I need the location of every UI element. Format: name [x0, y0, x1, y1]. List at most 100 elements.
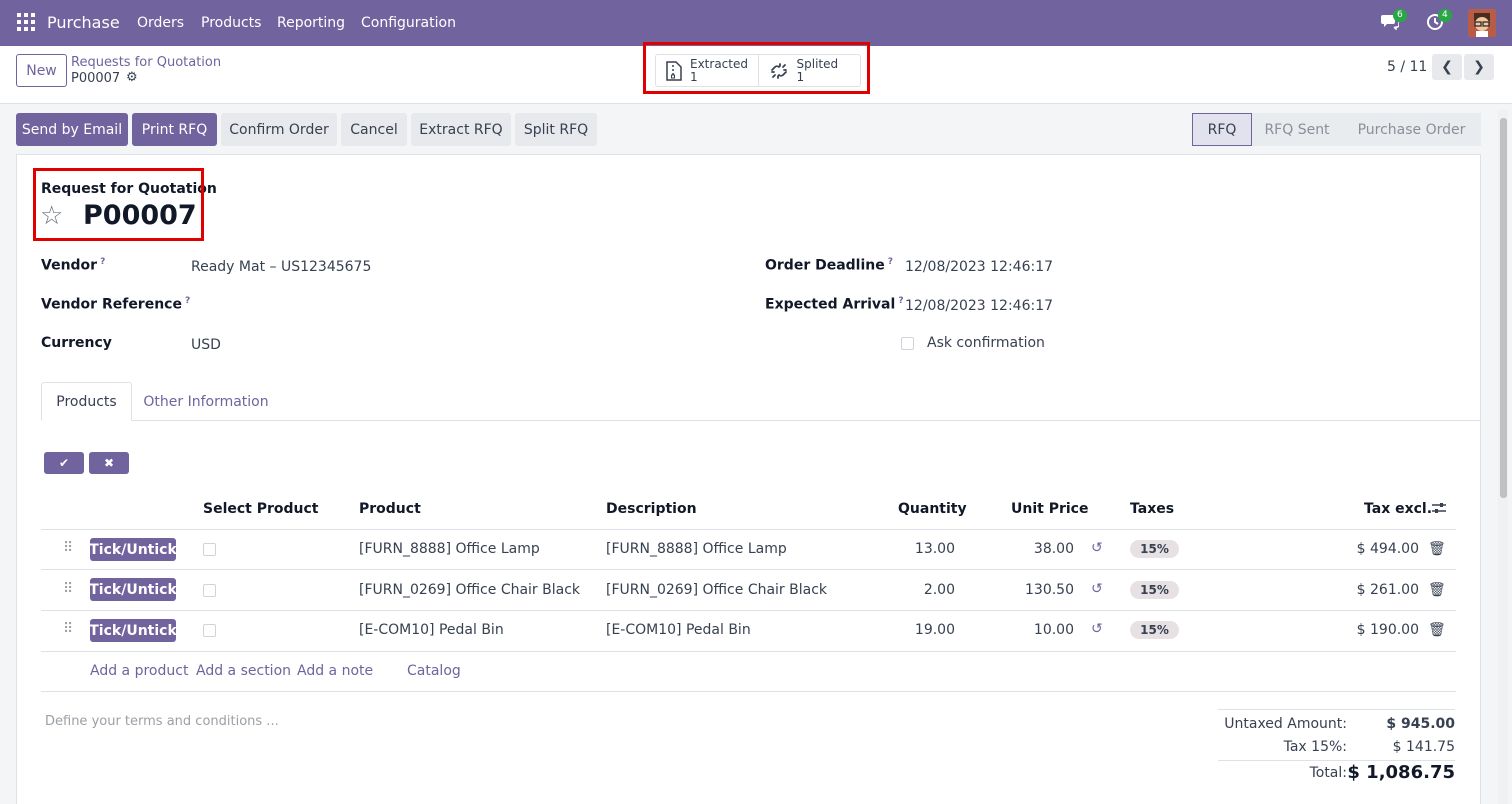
row-subtotal: $ 190.00	[1356, 622, 1419, 638]
page-scrollbar-thumb[interactable]	[1500, 118, 1507, 498]
tick-untick-button[interactable]: Tick/Untick	[89, 578, 177, 601]
add-section-link[interactable]: Add a section	[196, 663, 291, 679]
cancel-button[interactable]: Cancel	[341, 113, 407, 146]
status-rfq-sent[interactable]: RFQ Sent	[1252, 113, 1342, 146]
row-divider	[41, 569, 1456, 570]
vendor-help-icon[interactable]: ?	[100, 257, 105, 267]
history-icon[interactable]: ↺	[1091, 621, 1103, 637]
row-quantity[interactable]: 19.00	[910, 622, 955, 638]
row-description[interactable]: [FURN_0269] Office Chair Black	[606, 582, 827, 598]
col-description[interactable]: Description	[606, 501, 697, 517]
menu-products[interactable]: Products	[201, 15, 261, 31]
menu-reporting[interactable]: Reporting	[277, 15, 345, 31]
highlight-box-smart-buttons	[643, 42, 870, 94]
discard-selection-button[interactable]: ✖	[89, 452, 129, 474]
tick-untick-button[interactable]: Tick/Untick	[89, 538, 177, 561]
status-bar: RFQ RFQ Sent Purchase Order	[1192, 113, 1481, 146]
tab-other-information[interactable]: Other Information	[132, 382, 280, 421]
tax-badge[interactable]: 15%	[1130, 540, 1179, 558]
row-quantity[interactable]: 13.00	[910, 541, 955, 557]
add-product-link[interactable]: Add a product	[90, 663, 188, 679]
confirm-order-button[interactable]: Confirm Order	[221, 113, 337, 146]
activities-badge: 4	[1438, 9, 1452, 22]
new-button[interactable]: New	[16, 54, 67, 87]
col-quantity[interactable]: Quantity	[898, 501, 967, 517]
row-quantity[interactable]: 2.00	[910, 582, 955, 598]
col-tax-excl[interactable]: Tax excl.	[1364, 501, 1432, 517]
tab-products[interactable]: Products	[41, 382, 132, 421]
terms-conditions-field[interactable]: Define your terms and conditions ...	[45, 714, 279, 729]
status-purchase-order[interactable]: Purchase Order	[1342, 113, 1481, 146]
order-deadline-help-icon[interactable]: ?	[888, 257, 893, 267]
vendor-reference-field[interactable]	[191, 291, 731, 317]
tax-label: Tax 15%:	[1283, 739, 1347, 755]
print-rfq-button[interactable]: Print RFQ	[132, 113, 217, 146]
select-product-checkbox[interactable]	[203, 584, 216, 597]
order-deadline-label: Order Deadline?	[765, 257, 893, 274]
tax-badge[interactable]: 15%	[1130, 581, 1179, 599]
app-menu-icon[interactable]	[17, 13, 35, 31]
optional-columns-icon[interactable]	[1431, 500, 1447, 520]
trash-icon[interactable]: 🗑	[1428, 541, 1446, 557]
confirm-selection-button[interactable]: ✔	[44, 452, 84, 474]
extract-rfq-button[interactable]: Extract RFQ	[411, 113, 511, 146]
notebook-tabs: Products Other Information	[41, 382, 1480, 421]
user-avatar[interactable]	[1468, 9, 1496, 37]
row-divider	[41, 610, 1456, 611]
app-name[interactable]: Purchase	[47, 13, 120, 32]
col-select-product[interactable]: Select Product	[203, 501, 319, 517]
pager-previous-button[interactable]: ❮	[1432, 54, 1462, 80]
activities-icon[interactable]: 4	[1426, 9, 1452, 32]
row-description[interactable]: [FURN_8888] Office Lamp	[606, 541, 787, 557]
history-icon[interactable]: ↺	[1091, 581, 1103, 597]
row-product[interactable]: [FURN_8888] Office Lamp	[359, 541, 540, 557]
catalog-link[interactable]: Catalog	[407, 663, 461, 679]
row-unit-price[interactable]: 38.00	[1010, 541, 1074, 557]
send-by-email-button[interactable]: Send by Email	[16, 113, 128, 146]
expected-arrival-help-icon[interactable]: ?	[898, 296, 903, 306]
row-subtotal: $ 261.00	[1356, 582, 1419, 598]
check-icon: ✔	[58, 456, 70, 470]
row-unit-price[interactable]: 130.50	[1010, 582, 1074, 598]
tax-badge[interactable]: 15%	[1130, 621, 1179, 639]
menu-configuration[interactable]: Configuration	[361, 15, 456, 31]
status-rfq[interactable]: RFQ	[1192, 113, 1252, 146]
trash-icon[interactable]: 🗑	[1428, 622, 1446, 638]
menu-orders[interactable]: Orders	[137, 15, 184, 31]
tick-untick-button[interactable]: Tick/Untick	[89, 619, 177, 642]
split-rfq-button[interactable]: Split RFQ	[515, 113, 597, 146]
vendor-field[interactable]: Ready Mat – US12345675	[191, 259, 371, 275]
messages-icon[interactable]: 6	[1381, 9, 1407, 32]
row-description[interactable]: [E-COM10] Pedal Bin	[606, 622, 751, 638]
drag-handle-icon[interactable]: ⠿	[63, 581, 73, 597]
expected-arrival-field[interactable]: 12/08/2023 12:46:17	[905, 298, 1053, 314]
row-product[interactable]: [E-COM10] Pedal Bin	[359, 622, 504, 638]
row-unit-price[interactable]: 10.00	[1010, 622, 1074, 638]
chevron-right-icon: ❯	[1473, 59, 1485, 75]
vendor-reference-help-icon[interactable]: ?	[185, 296, 190, 306]
order-deadline-field[interactable]: 12/08/2023 12:46:17	[905, 259, 1053, 275]
row-product[interactable]: [FURN_0269] Office Chair Black	[359, 582, 580, 598]
row-subtotal: $ 494.00	[1356, 541, 1419, 557]
form-sheet	[16, 154, 1481, 804]
select-product-checkbox[interactable]	[203, 624, 216, 637]
trash-icon[interactable]: 🗑	[1428, 582, 1446, 598]
col-product[interactable]: Product	[359, 501, 421, 517]
ask-confirmation-checkbox[interactable]	[901, 337, 914, 350]
add-note-link[interactable]: Add a note	[297, 663, 373, 679]
currency-label: Currency	[41, 335, 112, 351]
drag-handle-icon[interactable]: ⠿	[63, 540, 73, 556]
col-unit-price[interactable]: Unit Price	[1011, 501, 1088, 517]
drag-handle-icon[interactable]: ⠿	[63, 621, 73, 637]
breadcrumb-parent[interactable]: Requests for Quotation	[71, 55, 221, 70]
pager-value[interactable]: 5 / 11	[1387, 59, 1427, 75]
select-product-checkbox[interactable]	[203, 543, 216, 556]
gear-icon[interactable]: ⚙	[126, 70, 138, 85]
untaxed-amount-value: $ 945.00	[1386, 716, 1455, 732]
pager-next-button[interactable]: ❯	[1464, 54, 1494, 80]
history-icon[interactable]: ↺	[1091, 540, 1103, 556]
expected-arrival-label: Expected Arrival?	[765, 296, 904, 313]
currency-field[interactable]: USD	[191, 337, 221, 353]
col-taxes[interactable]: Taxes	[1130, 501, 1174, 517]
breadcrumb-current: P00007	[71, 71, 121, 86]
